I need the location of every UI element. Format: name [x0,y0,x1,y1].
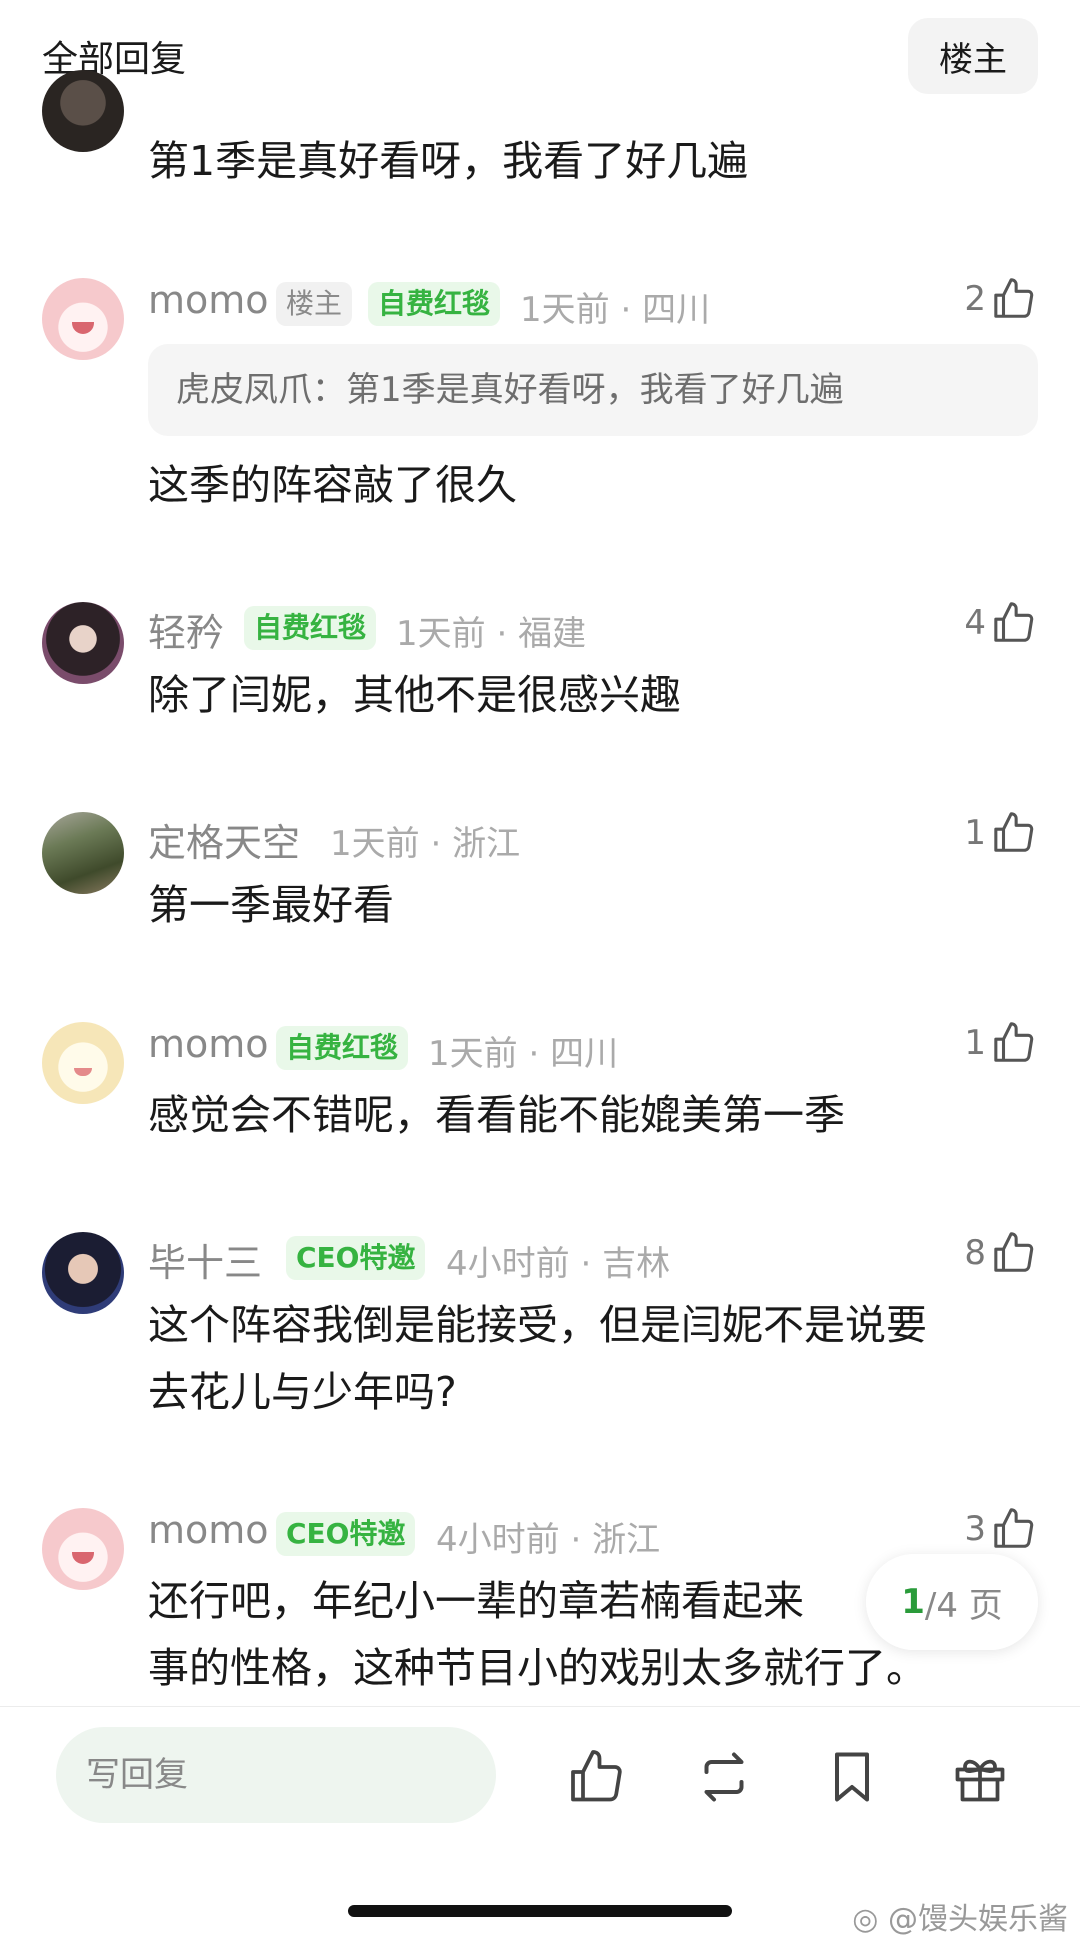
comment-time: 1天前 [428,1034,518,1074]
comment-meta: 4小时前 · 吉林 [446,1244,671,1284]
username[interactable]: momo [148,1022,269,1066]
comment-meta: 1天前 · 四川 [428,1034,619,1074]
avatar[interactable] [42,1022,124,1104]
avatar[interactable] [42,278,124,360]
green-badge: 自费红毯 [276,1026,409,1070]
green-badge: CEO特邀 [276,1512,416,1556]
comment-location: 吉林 [602,1244,671,1284]
like-button[interactable]: 1 [964,810,1038,856]
comment-location: 福建 [518,614,587,654]
green-badge: 自费红毯 [368,282,501,326]
like-count: 2 [964,279,986,319]
comment-text: 感觉会不错呢，看看能不能媲美第一季 [148,1091,845,1139]
home-indicator [348,1905,732,1917]
watermark: ◎ @馒头娱乐酱 [852,1894,1068,1938]
username[interactable]: 毕十三 [148,1232,262,1287]
like-count: 1 [964,1023,986,1063]
comment-time: 4小时前 [436,1520,560,1560]
gift-icon[interactable] [950,1747,1010,1807]
like-count: 3 [964,1509,986,1549]
comment-meta: 1天前 · 四川 [520,290,711,330]
comment-text: 除了闫妮，其他不是很感兴趣 [148,671,681,719]
comment-time: 1天前 [396,614,486,654]
thumbs-up-icon [994,278,1034,318]
op-only-filter-button[interactable]: 楼主 [908,18,1038,94]
username[interactable]: momo [148,1508,269,1552]
green-badge: 自费红毯 [244,606,377,650]
quoted-reply: 虎皮凤爪：第1季是真好看呀，我看了好几遍 [148,344,1038,436]
comment-text: 事的性格，这种节目小的戏别太多就行了。 [148,1644,927,1692]
comment-location: 浙江 [592,1520,661,1560]
username[interactable]: momo [148,278,269,322]
avatar[interactable] [42,1232,124,1314]
comment-location: 四川 [642,290,711,330]
comment-time: 1天前 [520,290,610,330]
username[interactable]: 轻矜 [148,602,224,657]
comment-time: 1天前 [330,824,420,864]
comment-meta: 1天前 · 浙江 [330,824,521,864]
weibo-logo-icon: ◎ [852,1902,879,1937]
username[interactable]: 定格天空 [148,812,300,867]
like-button[interactable]: 3 [964,1506,1038,1552]
like-count: 4 [964,603,986,643]
comment-location: 四川 [550,1034,619,1074]
comment-text: 去花儿与少年吗? [148,1368,457,1416]
like-button[interactable]: 1 [964,1020,1038,1066]
like-button[interactable]: 4 [964,600,1038,646]
like-button[interactable]: 8 [964,1230,1038,1276]
comment-text: 第一季最好看 [148,881,394,929]
bookmark-icon[interactable] [822,1747,882,1807]
comment-meta: 1天前 · 福建 [396,614,587,654]
comment-text: 这个阵容我倒是能接受，但是闫妮不是说要 [148,1301,927,1349]
avatar[interactable] [42,70,124,152]
thumbs-up-icon [994,812,1034,852]
avatar[interactable] [42,602,124,684]
watermark-text: @馒头娱乐酱 [888,1902,1068,1937]
like-icon[interactable] [568,1747,628,1807]
comment-text: 第1季是真好看呀，我看了好几遍 [148,137,749,185]
page-current: 1 [901,1582,925,1622]
header: 全部回复 楼主 [0,0,1080,112]
avatar[interactable] [42,1508,124,1590]
page-total: /4 页 [924,1585,1003,1626]
comment-location: 浙江 [452,824,521,864]
comment-time: 4小时前 [446,1244,570,1284]
comment-text: 这季的阵容敲了很久 [148,461,517,509]
like-count: 1 [964,813,986,853]
reply-input[interactable]: 写回复 [56,1727,496,1823]
page-indicator[interactable]: 1/4 页 [866,1554,1038,1650]
thumbs-up-icon [994,1508,1034,1548]
thumbs-up-icon [994,1232,1034,1272]
op-badge: 楼主 [276,282,353,326]
avatar[interactable] [42,812,124,894]
thumbs-up-icon [994,602,1034,642]
like-button[interactable]: 2 [964,276,1038,322]
comment-text: 还行吧，年纪小一辈的章若楠看起来 [148,1577,804,1625]
comment-meta: 4小时前 · 浙江 [436,1520,661,1560]
like-count: 8 [964,1233,986,1273]
repost-icon[interactable] [694,1747,754,1807]
green-badge: CEO特邀 [286,1236,426,1280]
thumbs-up-icon [994,1022,1034,1062]
